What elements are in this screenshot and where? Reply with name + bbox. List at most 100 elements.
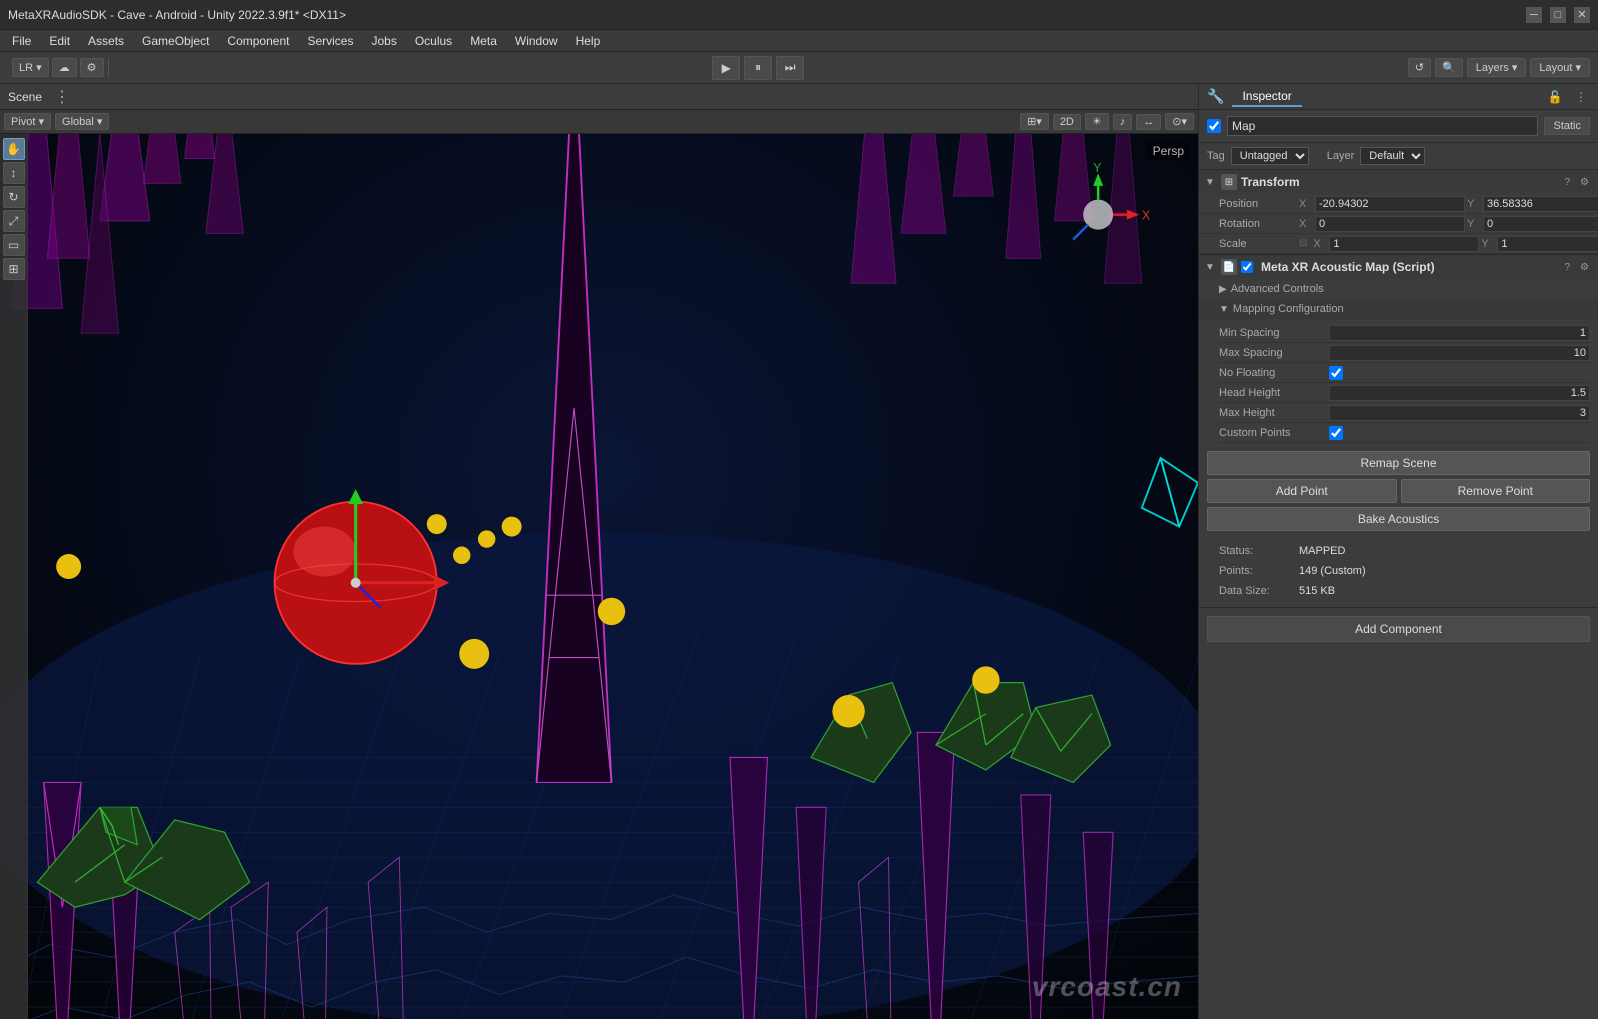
menu-file[interactable]: File xyxy=(4,32,39,50)
inspector-lock-button[interactable]: 🔓 xyxy=(1546,88,1564,106)
scale-tool[interactable]: ⤢ xyxy=(3,210,25,232)
tab-inspector[interactable]: Inspector xyxy=(1232,87,1301,107)
points-value: 149 (Custom) xyxy=(1299,565,1366,577)
scene-light-button[interactable]: ☀ xyxy=(1085,113,1109,130)
point-buttons: Add Point Remove Point xyxy=(1207,479,1590,503)
remap-scene-button[interactable]: Remap Scene xyxy=(1207,451,1590,475)
scene-audio-button[interactable]: ♪ xyxy=(1113,114,1133,130)
menu-assets[interactable]: Assets xyxy=(80,32,132,50)
object-name-input[interactable] xyxy=(1227,116,1538,136)
remove-point-button[interactable]: Remove Point xyxy=(1401,479,1591,503)
bake-acoustics-button[interactable]: Bake Acoustics xyxy=(1207,507,1590,531)
menu-oculus[interactable]: Oculus xyxy=(407,32,460,50)
add-component-button[interactable]: Add Component xyxy=(1207,616,1590,642)
pivot-button[interactable]: Pivot ▾ xyxy=(4,113,51,130)
menu-component[interactable]: Component xyxy=(219,32,297,50)
acoustic-actions: ? ⚙ xyxy=(1561,261,1592,274)
static-button[interactable]: Static xyxy=(1544,117,1590,135)
scene-gizmos-button[interactable]: ⊞▾ xyxy=(1020,113,1049,130)
no-floating-checkbox[interactable] xyxy=(1329,366,1343,380)
custom-points-checkbox[interactable] xyxy=(1329,426,1343,440)
inspector-header: 🔧 Inspector 🔓 ⋮ xyxy=(1199,84,1598,110)
cave-svg: X Y xyxy=(0,134,1198,1019)
rect-tool[interactable]: ▭ xyxy=(3,234,25,256)
transform-arrow: ▼ xyxy=(1205,177,1217,188)
scale-y[interactable] xyxy=(1497,236,1598,252)
transform-name: Transform xyxy=(1241,175,1557,189)
title-bar: MetaXRAudioSDK - Cave - Android - Unity … xyxy=(0,0,1598,30)
rotation-x[interactable] xyxy=(1315,216,1465,232)
minimize-button[interactable]: ─ xyxy=(1526,7,1542,23)
settings-button[interactable]: ⚙ xyxy=(80,58,104,77)
play-button[interactable]: ▶ xyxy=(712,56,740,80)
layer-select[interactable]: Default xyxy=(1360,147,1425,165)
transform-tool[interactable]: ⊞ xyxy=(3,258,25,280)
mapping-arrow: ▼ xyxy=(1219,304,1229,315)
acoustic-map-header[interactable]: ▼ 📄 Meta XR Acoustic Map (Script) ? ⚙ xyxy=(1199,255,1598,279)
transform-icon: ⊞ xyxy=(1221,174,1237,190)
points-row: Points: 149 (Custom) xyxy=(1219,561,1590,581)
move-tool[interactable]: ↕ xyxy=(3,162,25,184)
scale-x[interactable] xyxy=(1329,236,1479,252)
max-height-label: Max Height xyxy=(1219,407,1329,419)
transform-settings[interactable]: ⚙ xyxy=(1577,176,1592,189)
close-button[interactable]: ✕ xyxy=(1574,7,1590,23)
scene-2d-button[interactable]: 2D xyxy=(1053,114,1081,130)
advanced-controls-header[interactable]: ▶ Advanced Controls xyxy=(1199,279,1598,299)
acoustic-arrow: ▼ xyxy=(1205,262,1217,273)
tag-select[interactable]: Untagged xyxy=(1231,147,1309,165)
scene-fx-button[interactable]: ↔ xyxy=(1136,114,1161,130)
layout-dropdown[interactable]: Layout ▾ xyxy=(1530,58,1590,77)
transform-help[interactable]: ? xyxy=(1561,176,1573,189)
step-button[interactable]: ⏭ xyxy=(776,56,804,80)
head-height-input[interactable] xyxy=(1329,385,1590,401)
menu-help[interactable]: Help xyxy=(568,32,609,50)
max-spacing-input[interactable] xyxy=(1329,345,1590,361)
layer-label: Layer xyxy=(1327,150,1355,162)
search-button[interactable]: 🔍 xyxy=(1435,58,1463,77)
status-label: Status: xyxy=(1219,545,1299,557)
menu-bar: File Edit Assets GameObject Component Se… xyxy=(0,30,1598,52)
transform-header[interactable]: ▼ ⊞ Transform ? ⚙ xyxy=(1199,170,1598,194)
scene-tools-sidebar: ✋ ↕ ↻ ⤢ ▭ ⊞ xyxy=(0,134,28,1019)
object-enabled-checkbox[interactable] xyxy=(1207,119,1221,133)
no-floating-row: No Floating xyxy=(1219,363,1590,383)
menu-gameobject[interactable]: GameObject xyxy=(134,32,217,50)
min-spacing-row: Min Spacing xyxy=(1219,323,1590,343)
position-x[interactable] xyxy=(1315,196,1465,212)
cloud-button[interactable]: ☁ xyxy=(52,58,77,77)
acoustic-enabled-checkbox[interactable] xyxy=(1241,261,1253,273)
menu-edit[interactable]: Edit xyxy=(41,32,78,50)
max-height-input[interactable] xyxy=(1329,405,1590,421)
rotation-y[interactable] xyxy=(1483,216,1598,232)
hand-tool[interactable]: ✋ xyxy=(3,138,25,160)
menu-window[interactable]: Window xyxy=(507,32,566,50)
scene-viewport[interactable]: X Y Persp vrcoast.cn xyxy=(0,134,1198,1019)
add-point-button[interactable]: Add Point xyxy=(1207,479,1397,503)
menu-jobs[interactable]: Jobs xyxy=(363,32,404,50)
account-label: LR ▾ xyxy=(19,61,42,74)
cave-scene: X Y Persp vrcoast.cn xyxy=(0,134,1198,1019)
position-y[interactable] xyxy=(1483,196,1598,212)
mapping-config-header[interactable]: ▼ Mapping Configuration xyxy=(1199,299,1598,319)
menu-meta[interactable]: Meta xyxy=(462,32,505,50)
menu-services[interactable]: Services xyxy=(299,32,361,50)
object-header: Static xyxy=(1199,110,1598,143)
pause-button[interactable]: ⏸ xyxy=(744,56,772,80)
layers-dropdown[interactable]: Layers ▾ xyxy=(1467,58,1527,77)
scale-x-label: X xyxy=(1313,238,1327,250)
scene-view-button[interactable]: ⊙▾ xyxy=(1165,113,1194,130)
min-spacing-input[interactable] xyxy=(1329,325,1590,341)
rotate-tool[interactable]: ↻ xyxy=(3,186,25,208)
scene-menu-button[interactable]: ⋮ xyxy=(50,87,74,107)
adv-label: Advanced Controls xyxy=(1231,283,1324,295)
account-button[interactable]: LR ▾ xyxy=(12,58,49,77)
custom-points-row: Custom Points xyxy=(1219,423,1590,443)
transform-actions: ? ⚙ xyxy=(1561,176,1592,189)
acoustic-help[interactable]: ? xyxy=(1561,261,1573,274)
global-button[interactable]: Global ▾ xyxy=(55,113,109,130)
history-button[interactable]: ↺ xyxy=(1408,58,1431,77)
inspector-more-button[interactable]: ⋮ xyxy=(1572,88,1590,106)
acoustic-settings[interactable]: ⚙ xyxy=(1577,261,1592,274)
maximize-button[interactable]: □ xyxy=(1550,7,1566,23)
